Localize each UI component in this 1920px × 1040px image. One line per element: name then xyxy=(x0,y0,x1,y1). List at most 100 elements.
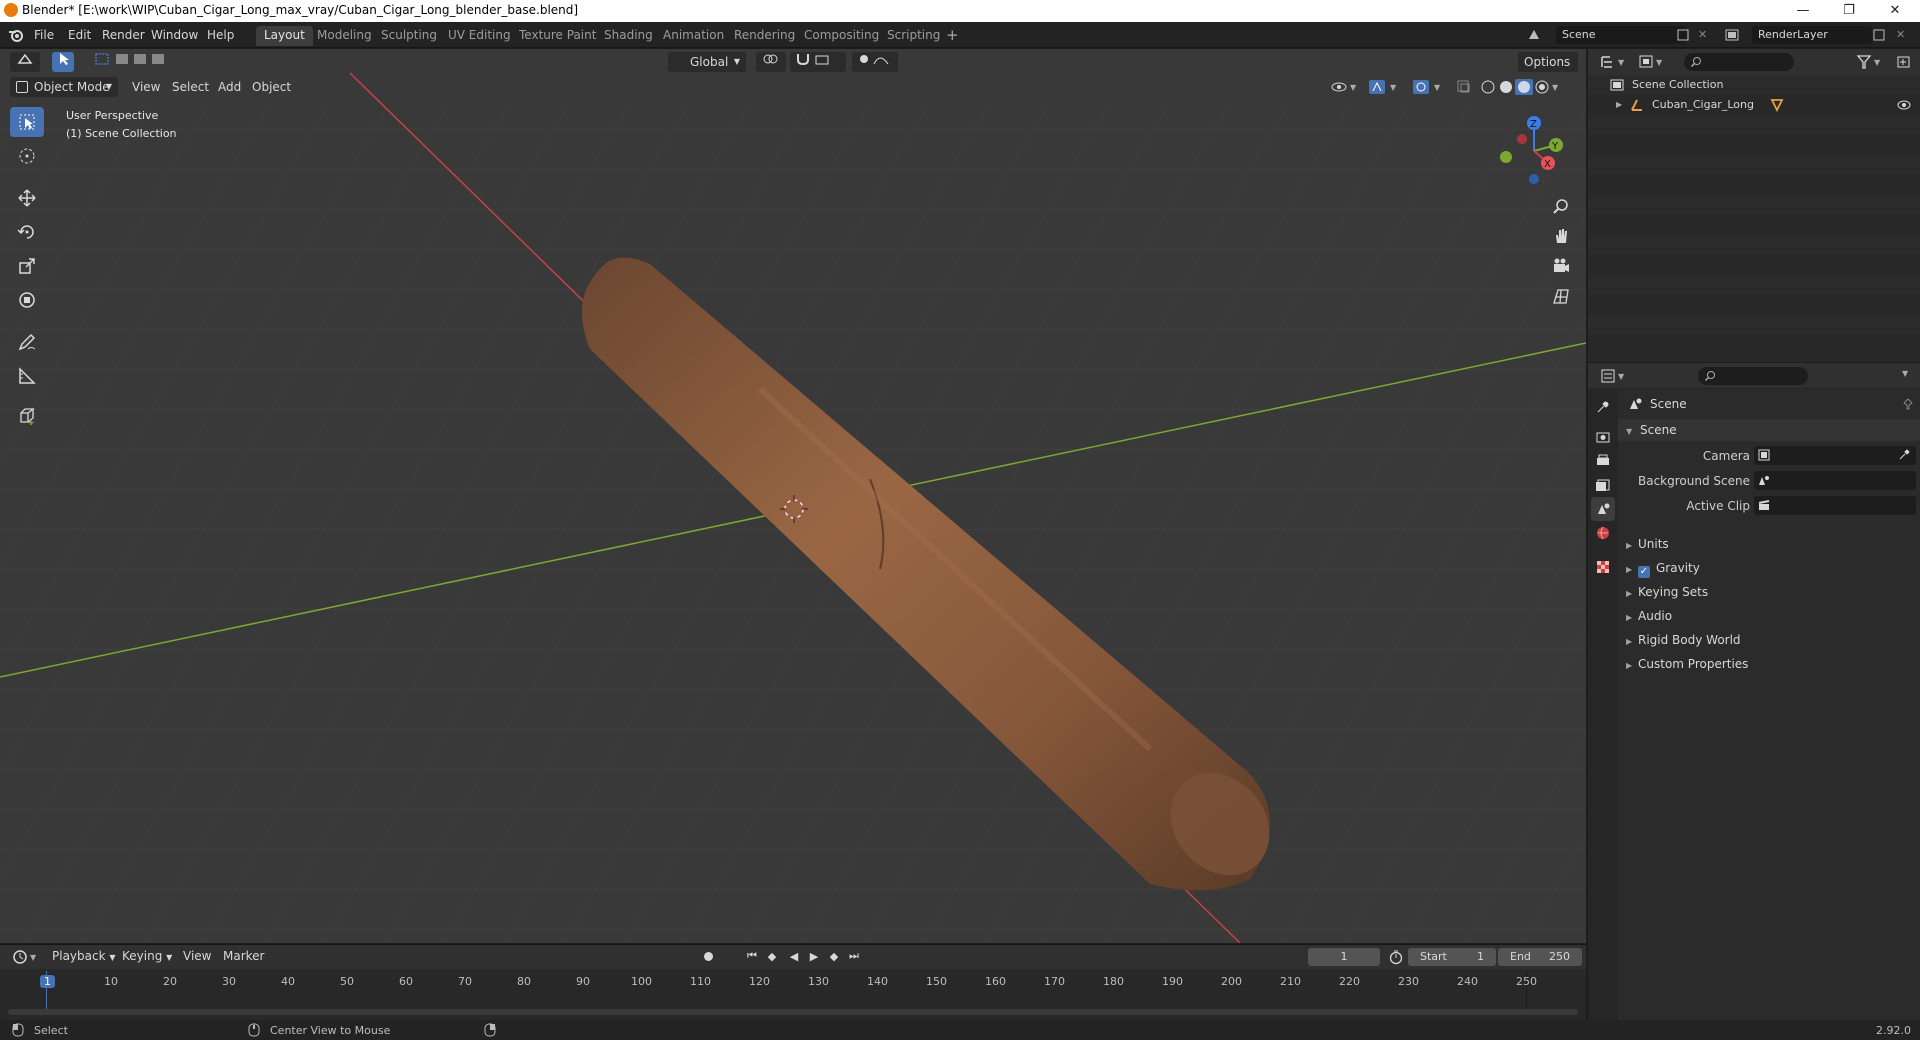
camera-view-button[interactable] xyxy=(1548,253,1574,279)
snap-button[interactable] xyxy=(790,52,846,72)
tab-texture-properties[interactable] xyxy=(1591,555,1615,579)
end-frame-field[interactable]: End 250 xyxy=(1498,948,1582,966)
viewport-canvas[interactable] xyxy=(0,49,1586,943)
outliner-row-cigar[interactable]: ▶ Cuban_Cigar_Long xyxy=(1588,95,1920,115)
outliner-row-scene-collection[interactable]: Scene Collection xyxy=(1588,75,1920,95)
tab-uv-editing[interactable]: UV Editing xyxy=(440,26,519,46)
timeline-menu-marker[interactable]: Marker xyxy=(223,949,264,963)
tab-shading[interactable]: Shading xyxy=(596,26,661,46)
timeline-ruler[interactable]: 1 10 20 30 40 50 60 70 80 90 100 110 120… xyxy=(8,971,1578,1019)
expand-arrow-icon[interactable]: ▶ xyxy=(1616,95,1622,115)
selection-box-modes[interactable] xyxy=(88,52,184,72)
pin-icon[interactable] xyxy=(1902,398,1914,410)
menu-edit[interactable]: Edit xyxy=(68,28,91,42)
select-mode-button[interactable] xyxy=(52,52,74,72)
tab-compositing[interactable]: Compositing xyxy=(796,26,887,46)
navigation-gizmo[interactable]: Z Y X xyxy=(1490,111,1570,191)
transform-orientation-dropdown[interactable]: Global ▼ xyxy=(668,52,746,72)
scene-selector[interactable]: Scene xyxy=(1556,26,1686,44)
tab-sculpting[interactable]: Sculpting xyxy=(373,26,445,46)
xray-toggle-icon[interactable] xyxy=(1456,79,1472,95)
neg-y-axis-ball[interactable] xyxy=(1500,151,1512,163)
zoom-view-button[interactable] xyxy=(1548,193,1574,219)
background-scene-field[interactable] xyxy=(1754,471,1916,490)
move-tool[interactable] xyxy=(10,183,44,213)
camera-field[interactable] xyxy=(1754,446,1916,465)
active-clip-field[interactable] xyxy=(1754,496,1916,515)
chevron-down-icon[interactable]: ▼ xyxy=(1902,369,1908,378)
shading-mode-icons[interactable]: ▼ xyxy=(1480,79,1560,95)
jump-start-button[interactable]: ⏮ xyxy=(744,948,760,964)
proportional-editing-button[interactable] xyxy=(852,52,898,72)
tab-output-properties[interactable] xyxy=(1591,449,1615,473)
blender-menu-icon[interactable] xyxy=(8,28,24,42)
transform-tool[interactable] xyxy=(10,285,44,315)
3d-viewport[interactable]: Global ▼ Options Object Mode ▼ View Sele… xyxy=(0,49,1586,943)
rigid-body-world-subpanel[interactable]: ▶ Rigid Body World xyxy=(1618,629,1920,651)
tab-render-properties[interactable] xyxy=(1591,425,1615,449)
timeline-menu-keying[interactable]: Keying ▼ xyxy=(122,949,172,963)
measure-tool[interactable] xyxy=(10,361,44,391)
annotate-tool[interactable] xyxy=(10,327,44,357)
select-tool[interactable] xyxy=(10,107,44,137)
display-mode-icon[interactable]: ▼ xyxy=(1638,54,1668,70)
scene-panel-header[interactable]: ▼ Scene xyxy=(1618,419,1920,441)
hide-eye-icon[interactable] xyxy=(1896,99,1912,111)
viewport-menu-add[interactable]: Add xyxy=(218,80,241,94)
menu-help[interactable]: Help xyxy=(207,28,234,42)
properties-search-input[interactable] xyxy=(1698,367,1808,385)
close-window-button[interactable]: ✕ xyxy=(1872,0,1918,22)
tab-texture-paint[interactable]: Texture Paint xyxy=(511,26,604,46)
outliner-editor-icon[interactable]: ▼ xyxy=(1600,54,1630,70)
delete-scene-icon[interactable]: ✕ xyxy=(1698,28,1707,41)
keying-sets-subpanel[interactable]: ▶ Keying Sets xyxy=(1618,581,1920,603)
tab-animation[interactable]: Animation xyxy=(655,26,732,46)
pivot-point-button[interactable] xyxy=(756,52,786,72)
playhead-frame[interactable]: 1 xyxy=(40,975,55,988)
rotate-tool[interactable] xyxy=(10,217,44,247)
visibility-eye-icon[interactable]: ▼ xyxy=(1330,79,1358,95)
editor-type-button[interactable] xyxy=(10,52,40,72)
play-reverse-button[interactable]: ◀ xyxy=(786,948,802,964)
outliner-search-input[interactable] xyxy=(1684,53,1794,71)
units-subpanel[interactable]: ▶ Units xyxy=(1618,533,1920,555)
delete-view-layer-icon[interactable]: ✕ xyxy=(1896,28,1905,41)
play-button[interactable]: ▶ xyxy=(806,948,822,964)
neg-x-axis-ball[interactable] xyxy=(1517,134,1527,144)
current-frame-field[interactable]: 1 xyxy=(1308,948,1380,966)
tab-rendering[interactable]: Rendering xyxy=(726,26,803,46)
tab-world-properties[interactable] xyxy=(1591,521,1615,545)
options-button[interactable]: Options xyxy=(1518,52,1578,72)
tab-view-layer-properties[interactable] xyxy=(1591,473,1615,497)
ortho-toggle-button[interactable] xyxy=(1548,283,1574,309)
new-view-layer-icon[interactable] xyxy=(1872,28,1886,42)
properties-editor-icon[interactable]: ▼ xyxy=(1600,368,1630,384)
gizmo-toggle-icon[interactable]: ▼ xyxy=(1368,79,1398,95)
neg-z-axis-ball[interactable] xyxy=(1529,174,1539,184)
filter-icon[interactable]: ▼ xyxy=(1856,54,1886,70)
start-frame-field[interactable]: Start 1 xyxy=(1408,948,1496,966)
custom-properties-subpanel[interactable]: ▶ Custom Properties xyxy=(1618,653,1920,675)
jump-end-button[interactable]: ⏭ xyxy=(846,948,862,964)
add-workspace-button[interactable]: + xyxy=(946,26,959,44)
next-keyframe-button[interactable]: ◆ xyxy=(826,948,842,964)
overlays-toggle-icon[interactable]: ▼ xyxy=(1412,79,1442,95)
new-collection-icon[interactable] xyxy=(1896,54,1912,70)
viewport-menu-object[interactable]: Object xyxy=(252,80,291,94)
timeline-menu-view[interactable]: View xyxy=(183,949,211,963)
viewport-menu-view[interactable]: View xyxy=(132,80,160,94)
restore-button[interactable]: ❐ xyxy=(1826,0,1872,22)
viewport-menu-select[interactable]: Select xyxy=(172,80,209,94)
minimize-button[interactable]: — xyxy=(1780,0,1826,22)
menu-window[interactable]: Window xyxy=(151,28,198,42)
pan-view-button[interactable] xyxy=(1548,223,1574,249)
view-layer-icon[interactable] xyxy=(1724,27,1740,43)
scale-tool[interactable] xyxy=(10,251,44,281)
renderlayer-selector[interactable]: RenderLayer xyxy=(1752,26,1872,44)
scene-icon[interactable] xyxy=(1526,27,1542,43)
object-mode-dropdown[interactable]: Object Mode ▼ xyxy=(10,77,118,97)
gravity-subpanel[interactable]: ▶ ✓ Gravity xyxy=(1618,557,1920,579)
add-cube-tool[interactable] xyxy=(10,401,44,431)
audio-subpanel[interactable]: ▶ Audio xyxy=(1618,605,1920,627)
cursor-tool[interactable] xyxy=(10,141,44,171)
